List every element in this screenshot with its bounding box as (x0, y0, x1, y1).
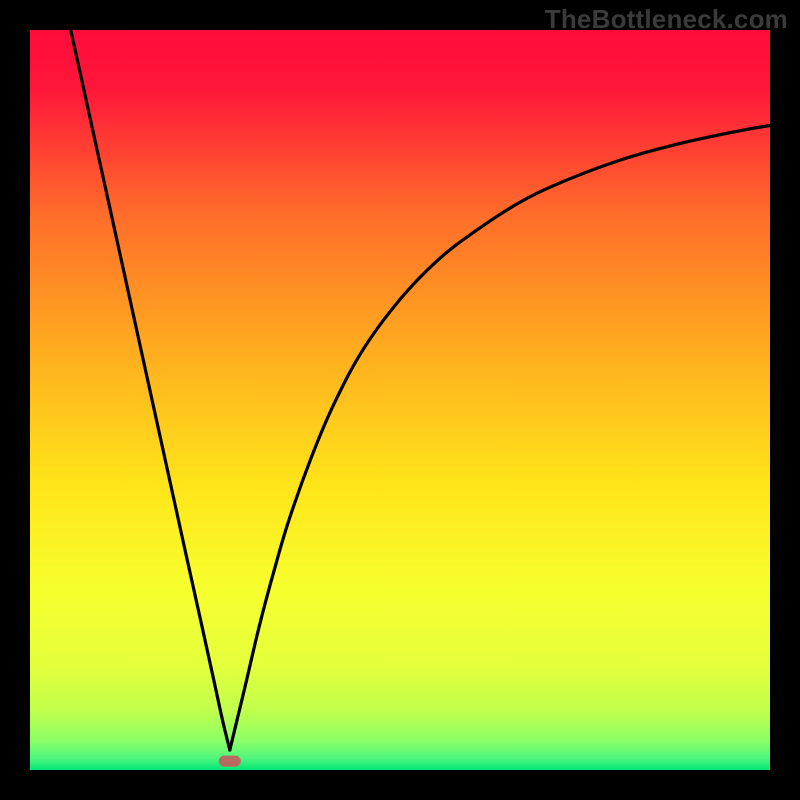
gradient-background (30, 30, 770, 770)
chart-svg (30, 30, 770, 770)
plot-area (30, 30, 770, 770)
min-marker-group (219, 756, 241, 767)
watermark-text: TheBottleneck.com (545, 4, 788, 35)
chart-frame: TheBottleneck.com (0, 0, 800, 800)
min-marker (219, 756, 241, 767)
